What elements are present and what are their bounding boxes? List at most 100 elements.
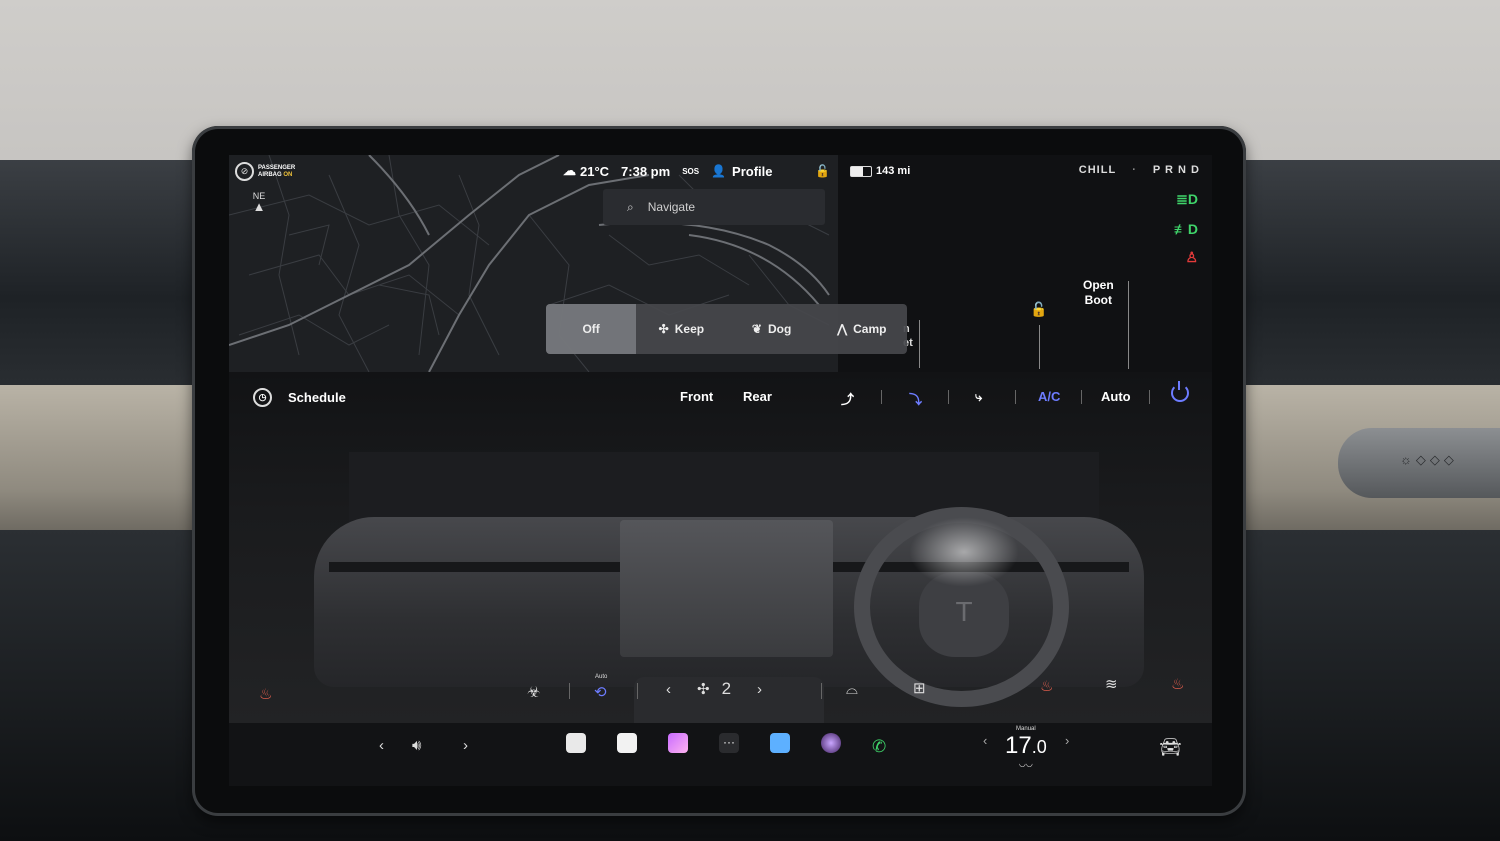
seat-icons: ◡◡ xyxy=(1018,759,1033,768)
battery-range: 143 mi xyxy=(876,165,911,177)
toybox-app-icon[interactable] xyxy=(668,733,688,753)
profile-icon[interactable]: 👤 xyxy=(711,164,726,178)
divider xyxy=(821,683,822,699)
notes-app-icon[interactable] xyxy=(617,733,637,753)
ac-button[interactable]: A/C xyxy=(1038,389,1060,404)
status-bar: ☁ 21°C 7:38 pm SOS 👤 Profile xyxy=(563,163,773,179)
search-icon: ⌕ xyxy=(627,199,634,214)
battery-icon xyxy=(850,165,872,177)
bluetooth-icon[interactable] xyxy=(770,733,790,753)
fan-icon: ✣ xyxy=(658,322,669,336)
open-boot-line2: Boot xyxy=(1084,293,1112,307)
divider xyxy=(637,683,638,699)
front-defrost-icon[interactable]: ⌓ xyxy=(846,681,858,698)
airbag-line2: AIRBAG xyxy=(258,171,282,178)
volume-icon[interactable]: 🔊︎ xyxy=(412,737,421,754)
outside-temperature: 21°C xyxy=(580,163,610,179)
car-icon[interactable]: 🚘︎ xyxy=(1159,737,1182,758)
clock-icon: ◷ xyxy=(253,388,272,407)
front-zone-tab[interactable]: Front xyxy=(680,389,713,404)
boot-pointer-line xyxy=(1128,281,1129,369)
navigate-search[interactable]: ⌕ Navigate xyxy=(603,189,825,225)
fan-speed-control: ‹ ✣ 2 › xyxy=(666,679,762,699)
battery-indicator[interactable]: 143 mi xyxy=(850,165,910,177)
divider xyxy=(569,683,570,699)
wiper-defrost-icon[interactable]: ≋ xyxy=(1105,675,1118,693)
tent-icon: ⋀ xyxy=(837,322,848,336)
more-apps-icon[interactable]: ··· xyxy=(719,733,739,753)
airbag-text: PASSENGER AIRBAG ON xyxy=(258,165,295,179)
mode-camp-button[interactable]: ⋀ Camp xyxy=(817,304,907,354)
climate-top-row: ◷ Schedule Front Rear ⤴ ⤵ ⤷ A/C Auto xyxy=(229,372,1212,422)
fan-icon: ✣ xyxy=(697,681,710,698)
open-boot-button[interactable]: Open Boot xyxy=(1083,278,1114,308)
weather-icon: ☁ xyxy=(563,163,576,178)
recirculation-icon[interactable]: ⟲ xyxy=(594,683,607,701)
touchscreen: ⊘ PASSENGER AIRBAG ON NE ▲ ☁ 21°C 7:38 p… xyxy=(229,155,1212,786)
clock-time: 7:38 pm xyxy=(621,163,671,179)
compass[interactable]: NE ▲ xyxy=(239,191,279,231)
stalk-icons: ☼◇◇◇ xyxy=(1400,452,1458,467)
schedule-label: Schedule xyxy=(288,390,346,405)
temp-value: 17 xyxy=(1005,732,1032,759)
passenger-airbag-indicator: ⊘ PASSENGER AIRBAG ON xyxy=(235,162,295,181)
mode-off-button[interactable]: Off xyxy=(546,304,637,354)
divider xyxy=(881,390,882,404)
profile-button[interactable]: Profile xyxy=(732,164,772,179)
frunk-pointer-line xyxy=(919,320,920,368)
driver-seat-heater-icon[interactable]: ♨ xyxy=(259,685,272,703)
drive-separator: · xyxy=(1132,164,1137,176)
recirc-mode-label: Auto xyxy=(595,674,608,680)
temp-increase-icon[interactable]: › xyxy=(1065,733,1069,748)
door-unlock-icon[interactable]: 🔓 xyxy=(1030,301,1047,318)
drive-mode: CHILL xyxy=(1078,164,1117,176)
battery-fill xyxy=(851,166,863,176)
airflow-feet-icon[interactable]: ⤷ xyxy=(975,389,982,405)
divider xyxy=(1015,390,1016,404)
mode-off-label: Off xyxy=(582,322,600,336)
mode-dog-button[interactable]: ❦ Dog xyxy=(727,304,817,354)
cabin-screen-model xyxy=(620,520,833,657)
door-pointer-line xyxy=(1039,325,1040,369)
headlights-icon: ≣D xyxy=(1176,191,1198,207)
divider xyxy=(948,390,949,404)
rear-defrost-icon[interactable]: ⊞ xyxy=(913,679,926,697)
temp-decrease-icon[interactable]: ‹ xyxy=(983,733,987,748)
airflow-face-feet-icon[interactable]: ⤵ xyxy=(909,389,922,408)
airbag-state: ON xyxy=(283,171,293,178)
fan-increase-icon[interactable]: › xyxy=(757,681,762,698)
gear-selector: P R N D xyxy=(1152,164,1200,176)
climate-panel: ◷ Schedule Front Rear ⤴ ⤵ ⤷ A/C Auto T xyxy=(229,372,1212,737)
steering-wheel-heater-icon[interactable]: ♨ xyxy=(1040,677,1053,695)
airflow-face-icon[interactable]: ⤴ xyxy=(841,389,854,408)
fan-speed-value: 2 xyxy=(721,679,732,698)
mode-keep-label: Keep xyxy=(674,322,705,336)
camera-icon[interactable] xyxy=(821,733,841,753)
mode-dog-label: Dog xyxy=(767,322,792,336)
volume-down-icon[interactable]: ‹ xyxy=(379,737,384,754)
fan-decrease-icon[interactable]: ‹ xyxy=(666,681,671,698)
navigate-placeholder: Navigate xyxy=(647,200,696,214)
volume-up-icon[interactable]: › xyxy=(463,737,468,754)
auto-climate-button[interactable]: Auto xyxy=(1101,389,1131,404)
drive-status: CHILL · P R N D xyxy=(1079,164,1200,176)
airflow-glow xyxy=(909,517,1019,587)
phone-icon[interactable]: ✆ xyxy=(872,737,886,757)
bottom-taskbar: ‹ 🔊︎ › ··· ✆ ‹ Manual 17.0 ◡◡ › 🚘︎ xyxy=(229,723,1212,786)
rear-zone-tab[interactable]: Rear xyxy=(743,389,772,404)
passenger-seat-heater-icon[interactable]: ♨ xyxy=(1171,675,1184,693)
climate-power-icon[interactable] xyxy=(1171,381,1189,402)
sos-button[interactable]: SOS xyxy=(682,167,699,176)
temperature-control[interactable]: Manual 17.0 ◡◡ xyxy=(1005,726,1047,768)
compass-arrow-icon: ▲ xyxy=(252,199,266,214)
schedule-button[interactable]: ◷ Schedule xyxy=(253,388,346,407)
lock-icon[interactable]: 🔓 xyxy=(815,164,830,178)
manual-app-icon[interactable] xyxy=(566,733,586,753)
divider xyxy=(1081,390,1082,404)
temp-decimal: .0 xyxy=(1031,737,1047,757)
keep-climate-mode-selector: Off ✣ Keep ❦ Dog ⋀ Camp xyxy=(546,304,907,354)
open-boot-line1: Open xyxy=(1083,278,1114,292)
mode-keep-button[interactable]: ✣ Keep xyxy=(636,304,726,354)
bioweapon-defense-icon[interactable]: ☣ xyxy=(527,683,540,701)
paw-icon: ❦ xyxy=(751,322,762,336)
